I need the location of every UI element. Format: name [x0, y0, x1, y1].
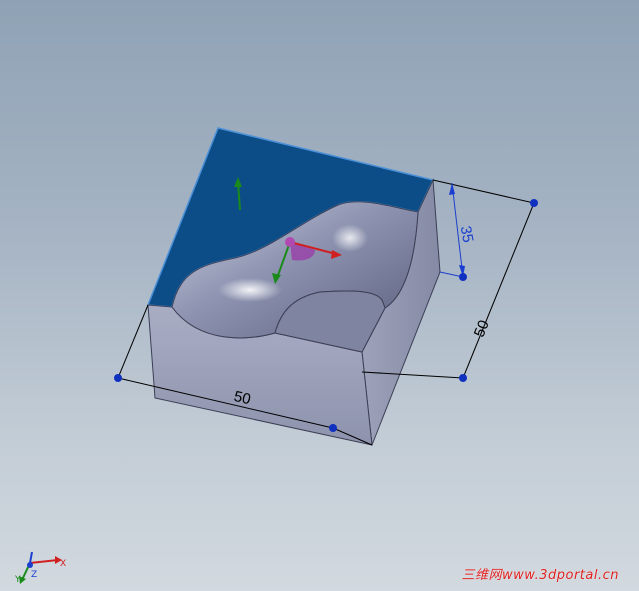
dimension-handle[interactable]: [459, 273, 467, 281]
dimension-handle[interactable]: [459, 374, 467, 382]
reference-triad-icon: X Y Z: [14, 551, 66, 585]
triad-x-label: X: [60, 559, 66, 569]
graphics-viewport[interactable]: 50 50 35 X Y Z 三维网www.3dportal.cn: [0, 0, 639, 591]
dimension-depth-value[interactable]: 50: [471, 318, 493, 340]
triad-y-label: Y: [14, 575, 21, 585]
model-scene[interactable]: 50 50 35 X Y Z: [0, 0, 639, 591]
dimension-height[interactable]: 35: [439, 182, 477, 281]
dimension-handle[interactable]: [114, 374, 122, 382]
triad-z-label: Z: [31, 570, 37, 580]
watermark: 三维网www.3dportal.cn: [461, 568, 619, 583]
surface-highlight: [332, 224, 368, 252]
dimension-handle[interactable]: [530, 199, 538, 207]
dimension-handle[interactable]: [329, 424, 337, 432]
surface-highlight: [218, 278, 282, 302]
dimension-height-value[interactable]: 35: [457, 225, 477, 244]
